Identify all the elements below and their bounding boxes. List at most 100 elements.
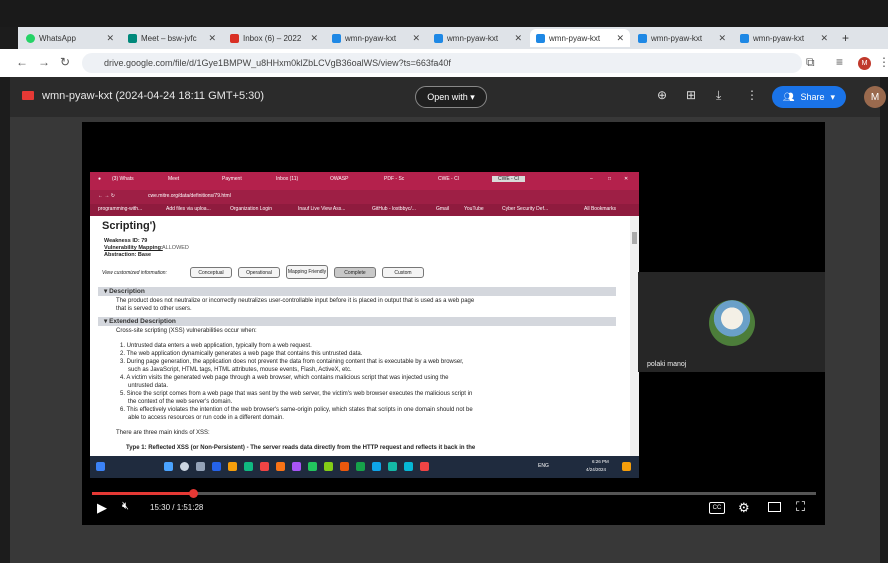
close-tab-icon[interactable]: ✕ (514, 33, 522, 44)
fullscreen-icon[interactable]: ⛶ (796, 499, 805, 515)
close-tab-icon[interactable]: ✕ (412, 33, 420, 44)
whatsapp-icon (26, 33, 35, 43)
tab-drive-1[interactable]: wmn-pyaw-kxt ✕ (326, 29, 426, 47)
chrome-icon (356, 462, 365, 471)
vuln-mapping-label: Vulnerability Mapping: (104, 245, 163, 251)
tab-drive-4[interactable]: wmn-pyaw-kxt ✕ (734, 29, 834, 47)
new-tab-button[interactable]: + (836, 29, 856, 47)
menu-icon[interactable]: ⋮ (878, 55, 888, 69)
share-button[interactable]: 👥︎ Share ▾ (772, 86, 846, 108)
time-display: 15:30 / 1:51:28 (150, 503, 204, 512)
extended-intro: Cross-site scripting (XSS) vulnerabiliti… (116, 328, 257, 334)
top-band (0, 0, 888, 27)
rec-bookmark: YouTube (464, 206, 484, 212)
app-icon (388, 462, 397, 471)
video-file-icon (22, 91, 34, 100)
rec-url: cwe.mitre.org/data/definitions/79.html (148, 193, 231, 199)
recorded-scroll-thumb (632, 232, 637, 244)
drive-icon (638, 33, 647, 43)
reload-icon[interactable]: ↻ (60, 55, 70, 69)
app-icon (276, 462, 285, 471)
start-icon (164, 462, 173, 471)
download-icon[interactable]: ⤓ (716, 88, 721, 103)
explorer-icon (228, 462, 237, 471)
account-avatar[interactable]: M (864, 86, 886, 108)
rec-tab: OWASP (330, 176, 349, 182)
rec-window-controls: ● (98, 176, 102, 182)
rec-bookmark: All Bookmarks (584, 206, 616, 212)
taskbar-lang: ENG (538, 463, 549, 469)
close-tab-icon[interactable]: ✕ (106, 33, 114, 44)
back-icon[interactable]: ← (16, 55, 28, 69)
app-icon (420, 462, 429, 471)
list-item: 5. Since the script comes from a web pag… (120, 391, 473, 397)
rec-bookmark: Add files via uploa... (166, 206, 211, 212)
participant-avatar (709, 300, 755, 346)
conceptual-button: Conceptual (190, 267, 232, 278)
drive-icon (434, 33, 443, 43)
widgets-icon (96, 462, 105, 471)
progress-bar[interactable] (92, 492, 816, 495)
custom-button: Custom (382, 267, 424, 278)
settings-gear-icon[interactable]: ⚙ (738, 500, 750, 516)
complete-button: Complete (334, 267, 376, 278)
edge-icon (244, 462, 253, 471)
list-item: untrusted data. (128, 383, 169, 389)
theater-mode-icon[interactable] (768, 502, 781, 512)
tab-drive-3[interactable]: wmn-pyaw-kxt ✕ (632, 29, 732, 47)
list-item: 4. A victim visits the generated web pag… (120, 375, 449, 381)
close-tab-icon[interactable]: ✕ (310, 33, 318, 44)
address-input[interactable]: drive.google.com/file/d/1Gye1BMPW_u8HHxm… (82, 53, 802, 73)
meet-icon (128, 33, 137, 43)
forward-icon[interactable]: → (38, 55, 50, 69)
rec-bookmark: Gmail (436, 206, 450, 212)
mute-icon[interactable]: 🔇︎ (122, 500, 129, 513)
list-item: 6. This effectively violates the intenti… (120, 407, 473, 413)
rec-bookmark: Organization Login (230, 206, 272, 212)
app-icon (372, 462, 381, 471)
tab-meet[interactable]: Meet – bsw-jvfc ✕ (122, 29, 222, 47)
open-with-button[interactable]: Open with ▾ (415, 86, 487, 108)
participant-name: polaki manoj (647, 361, 687, 368)
extensions-icon[interactable]: ⧉ (806, 55, 815, 70)
tab-drive-2[interactable]: wmn-pyaw-kxt ✕ (428, 29, 528, 47)
rec-tab: Inbox (11) (276, 176, 299, 182)
app-icon (260, 462, 269, 471)
reading-list-icon[interactable]: ≡ (836, 55, 843, 69)
tab-whatsapp[interactable]: WhatsApp ✕ (20, 29, 120, 47)
chrome-icon (308, 462, 317, 471)
app-icon (212, 462, 221, 471)
taskbar-time: 6:26 PM (592, 459, 609, 464)
add-to-drive-icon[interactable]: ⊞ (686, 88, 696, 102)
kinds-text: There are three main kinds of XSS: (116, 430, 210, 436)
tab-gmail[interactable]: Inbox (6) – 2022 ✕ (224, 29, 324, 47)
page-heading: Scripting') (102, 220, 156, 232)
operational-button: Operational (238, 267, 280, 278)
profile-avatar[interactable]: M (858, 57, 871, 70)
more-options-icon[interactable]: ⋮ (746, 88, 758, 102)
play-icon[interactable]: ▶ (97, 500, 107, 516)
extended-description-header: ▾ Extended Description (98, 317, 616, 326)
tab-drive-active[interactable]: wmn-pyaw-kxt ✕ (530, 29, 630, 47)
captions-icon[interactable]: CC (709, 502, 725, 514)
search-icon (180, 462, 189, 471)
close-tab-icon[interactable]: ✕ (208, 33, 216, 44)
add-comment-icon[interactable]: ⊕ (657, 88, 667, 102)
close-tab-icon[interactable]: ✕ (820, 33, 828, 44)
url-text: drive.google.com/file/d/1Gye1BMPW_u8HHxm… (104, 58, 451, 68)
rec-tab: CWE - Cl (438, 176, 459, 182)
weakness-id: Weakness ID: 79 (104, 238, 148, 244)
progress-scrubber[interactable] (189, 489, 198, 498)
mapping-friendly-button: Mapping Friendly (286, 265, 328, 279)
drive-icon (536, 33, 545, 43)
rec-bookmark: Inauf Live View Ass... (298, 206, 346, 212)
description-line: that is served to other users. (116, 306, 192, 312)
rec-tab: Meet (168, 176, 180, 182)
taskbar-date: 4/24/2024 (586, 467, 607, 472)
rec-tab: Payment (222, 176, 242, 182)
abstraction: Abstraction: Base (104, 252, 152, 258)
list-item: 1. Untrusted data enters a web applicati… (120, 343, 312, 349)
close-tab-icon[interactable]: ✕ (718, 33, 726, 44)
gmail-icon (230, 33, 239, 43)
close-tab-icon[interactable]: ✕ (616, 33, 624, 44)
